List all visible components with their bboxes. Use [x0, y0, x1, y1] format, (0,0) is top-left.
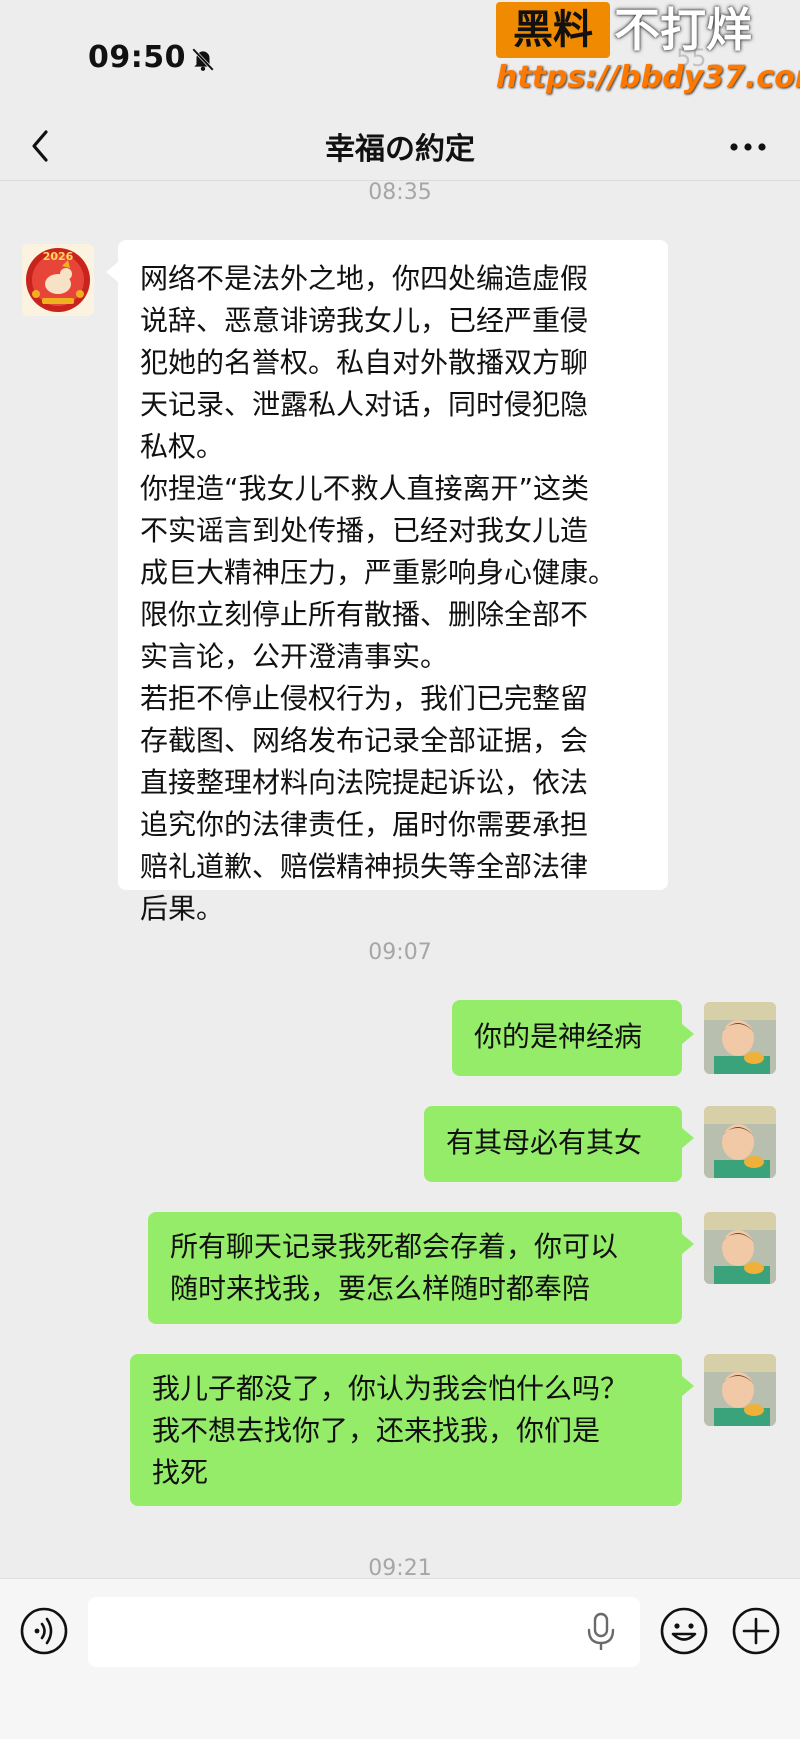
- message-bubble-outgoing[interactable]: 所有聊天记录我死都会存着，你可以 随时来找我，要怎么样随时都奉陪: [148, 1212, 682, 1324]
- message-input[interactable]: [88, 1597, 640, 1667]
- voice-icon[interactable]: [18, 1605, 70, 1657]
- message-text: 我儿子都没了，你认为我会怕什么吗？ 我不想去找你了，还来找我，你们是 找死: [152, 1372, 629, 1489]
- baby-photo-icon: [704, 1106, 776, 1178]
- bubble-tail: [682, 1234, 694, 1254]
- message-text: 你的是神经病: [474, 1020, 643, 1053]
- svg-text:2026: 2026: [43, 250, 74, 263]
- my-avatar[interactable]: [704, 1002, 776, 1074]
- emoji-icon[interactable]: [658, 1605, 710, 1657]
- new-year-avatar-icon: 2026: [22, 244, 94, 316]
- message-text: 有其母必有其女: [446, 1126, 643, 1159]
- bubble-tail: [682, 1024, 694, 1044]
- baby-photo-icon: [704, 1002, 776, 1074]
- timestamp: 09:07: [368, 940, 432, 965]
- my-avatar[interactable]: [704, 1354, 776, 1426]
- bubble-tail: [682, 1376, 694, 1396]
- watermark: 黑料 不打烊 https://bbdy37.com: [496, 2, 800, 98]
- message-bubble-outgoing[interactable]: 有其母必有其女: [424, 1106, 682, 1182]
- status-time: 09:50: [88, 40, 186, 75]
- watermark-url: https://bbdy37.com: [496, 60, 800, 95]
- timestamp: 08:35: [368, 180, 432, 205]
- baby-photo-icon: [704, 1354, 776, 1426]
- watermark-badge: 黑料: [496, 2, 610, 58]
- message-bubble-outgoing[interactable]: 我儿子都没了，你认为我会怕什么吗？ 我不想去找你了，还来找我，你们是 找死: [130, 1354, 682, 1506]
- message-text: 网络不是法外之地，你四处编造虚假 说辞、恶意诽谤我女儿，已经严重侵 犯她的名誉权…: [140, 262, 617, 925]
- bubble-tail: [106, 262, 118, 282]
- chat-title: 幸福の約定: [325, 132, 475, 167]
- contact-avatar[interactable]: 2026: [22, 244, 94, 316]
- watermark-text: 不打烊: [614, 3, 752, 57]
- bell-slash-icon: [192, 48, 214, 71]
- input-bar: [0, 1578, 800, 1739]
- ellipsis-icon[interactable]: [726, 132, 770, 162]
- message-bubble-incoming[interactable]: 网络不是法外之地，你四处编造虚假 说辞、恶意诽谤我女儿，已经严重侵 犯她的名誉权…: [118, 240, 668, 925]
- status-bar: 09:50 55 黑料 不打烊 https://bbdy37.com: [0, 0, 800, 110]
- my-avatar[interactable]: [704, 1106, 776, 1178]
- nav-bar: 幸福の約定: [0, 110, 800, 182]
- bubble-tail: [682, 1128, 694, 1148]
- message-bubble-outgoing[interactable]: 你的是神经病: [452, 1000, 682, 1076]
- mic-icon[interactable]: [584, 1611, 618, 1653]
- my-avatar[interactable]: [704, 1212, 776, 1284]
- message-text: 所有聊天记录我死都会存着，你可以 随时来找我，要怎么样随时都奉陪: [170, 1230, 619, 1305]
- baby-photo-icon: [704, 1212, 776, 1284]
- plus-icon[interactable]: [730, 1605, 782, 1657]
